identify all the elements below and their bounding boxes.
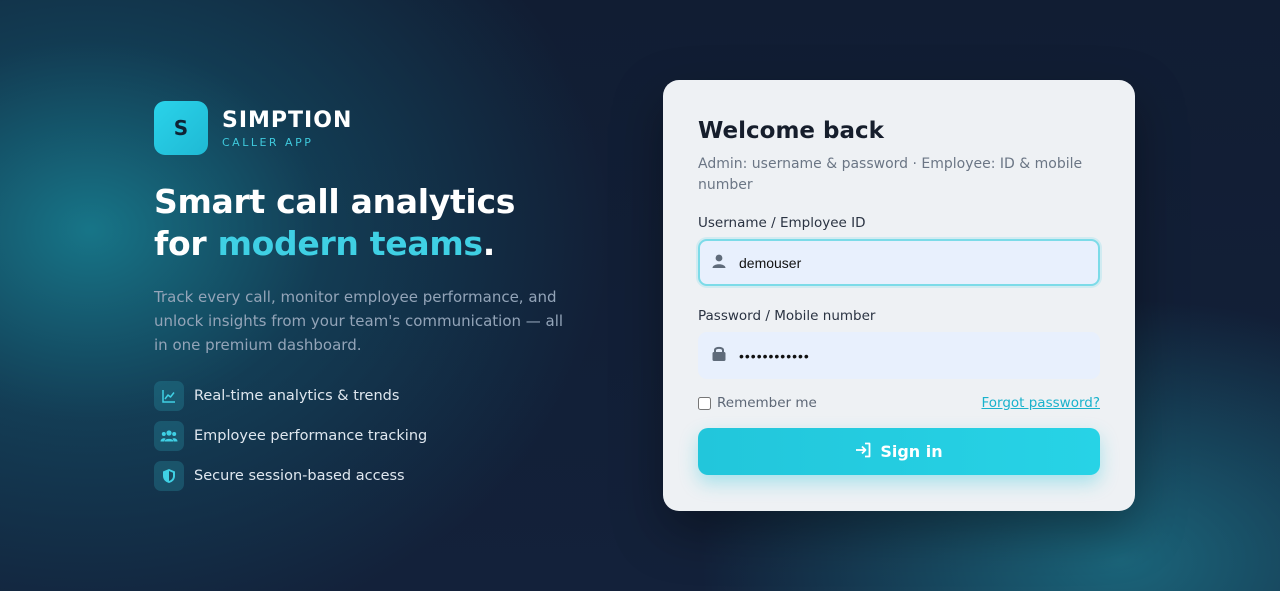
login-subtitle: Admin: username & password · Employee: I…	[698, 156, 1083, 193]
feature-text: Employee performance tracking	[194, 428, 428, 444]
remember-label: Remember me	[717, 395, 817, 411]
chart-line-icon	[154, 381, 184, 411]
feature-item-analytics: Real-time analytics & trends	[154, 381, 594, 411]
headline-prefix: for	[154, 224, 218, 263]
feature-item-performance: Employee performance tracking	[154, 421, 594, 451]
password-label: Password / Mobile number	[698, 308, 876, 324]
username-label: Username / Employee ID	[698, 215, 866, 231]
feature-item-security: Secure session-based access	[154, 461, 594, 491]
headline-suffix: .	[482, 224, 496, 263]
feature-list: Real-time analytics & trends Employee pe…	[154, 381, 594, 491]
headline: Smart call analytics for modern teams.	[154, 181, 594, 265]
brand-subtitle: CALLER APP	[222, 135, 314, 149]
forgot-password-link[interactable]: Forgot password?	[981, 395, 1100, 411]
feature-text: Real-time analytics & trends	[194, 388, 400, 404]
login-card: Welcome back Admin: username & password …	[663, 80, 1135, 511]
hero-panel: S SIMPTION CALLER APP Smart call analyti…	[154, 101, 594, 491]
sign-in-label: Sign in	[880, 442, 943, 461]
username-field[interactable]	[698, 239, 1100, 286]
headline-line1: Smart call analytics	[154, 182, 516, 221]
lock-icon	[711, 345, 727, 366]
username-input[interactable]	[739, 254, 1059, 271]
sign-in-icon	[855, 442, 872, 462]
feature-text: Secure session-based access	[194, 468, 405, 484]
options-row: Remember me Forgot password?	[698, 395, 1100, 411]
password-input[interactable]	[739, 347, 1059, 364]
sign-in-button[interactable]: Sign in	[698, 428, 1100, 475]
login-title: Welcome back	[698, 118, 884, 144]
app-logo: S	[154, 101, 208, 155]
remember-checkbox[interactable]	[698, 396, 711, 410]
brand-name: SIMPTION	[222, 107, 353, 133]
headline-accent: modern teams	[217, 224, 483, 263]
remember-me[interactable]: Remember me	[698, 395, 817, 411]
shield-icon	[154, 461, 184, 491]
users-icon	[154, 421, 184, 451]
user-icon	[711, 253, 727, 273]
password-field[interactable]	[698, 332, 1100, 379]
brand: S SIMPTION CALLER APP	[154, 101, 594, 155]
hero-description: Track every call, monitor employee perfo…	[154, 288, 564, 354]
